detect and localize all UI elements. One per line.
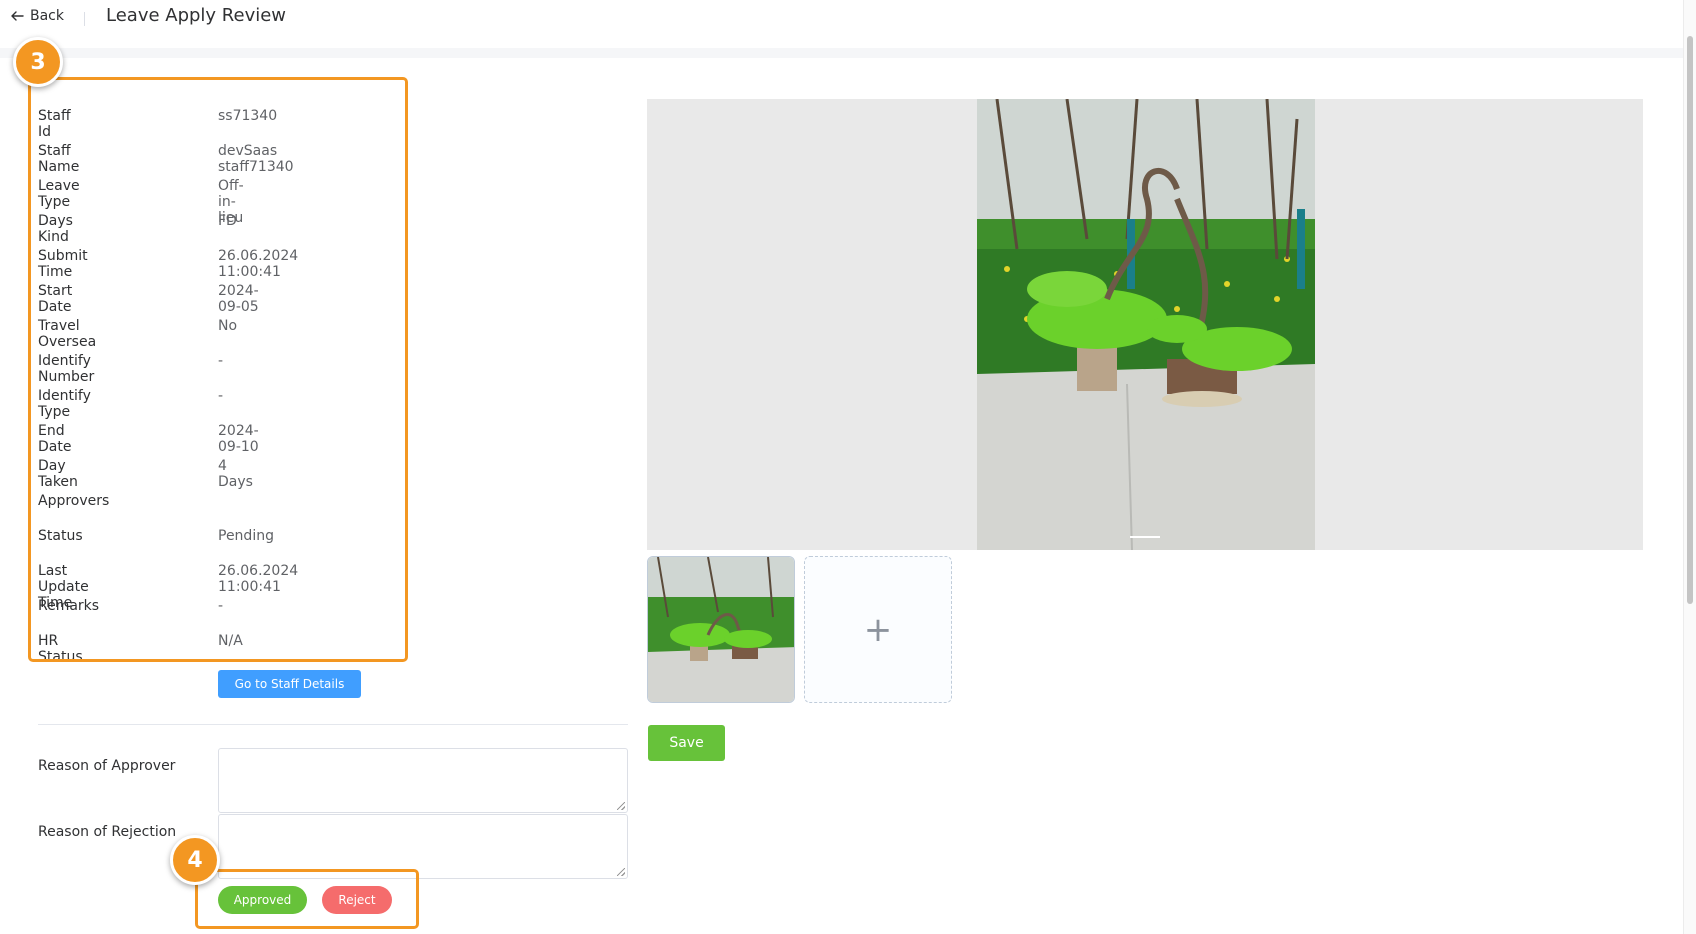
highlight-box-details (28, 77, 408, 662)
carousel-indicator[interactable] (1130, 536, 1160, 538)
plus-icon: + (863, 609, 893, 650)
step-badge-4: 4 (170, 835, 220, 885)
scrollbar-thumb[interactable] (1687, 36, 1693, 604)
header-divider (84, 12, 85, 26)
resize-handle-icon[interactable] (617, 868, 625, 876)
bonsai-thumbnail-image (648, 557, 794, 702)
highlight-box-actions (195, 869, 419, 929)
reason-rejection-label: Reason of Rejection (38, 824, 177, 840)
back-button[interactable]: Back (10, 8, 64, 24)
page-title: Leave Apply Review (106, 5, 287, 26)
save-button[interactable]: Save (648, 725, 725, 761)
page-scrollbar[interactable] (1683, 0, 1696, 934)
arrow-left-icon (11, 11, 24, 21)
page-header: Back Leave Apply Review (0, 0, 1684, 48)
image-viewer[interactable] (647, 99, 1643, 550)
reason-approver-textarea[interactable] (218, 748, 628, 813)
resize-handle-icon[interactable] (617, 802, 625, 810)
go-to-staff-details-button[interactable]: Go to Staff Details (218, 670, 361, 698)
section-divider (38, 724, 628, 725)
reason-approver-label: Reason of Approver (38, 758, 176, 774)
attachment-thumbnail[interactable] (647, 556, 795, 703)
upload-button[interactable]: + (804, 556, 952, 703)
header-separator (0, 48, 1684, 58)
step-badge-3: 3 (13, 37, 63, 87)
leave-attachment-photo (977, 99, 1315, 550)
bonsai-photo-image (977, 99, 1315, 550)
back-label: Back (30, 8, 64, 24)
